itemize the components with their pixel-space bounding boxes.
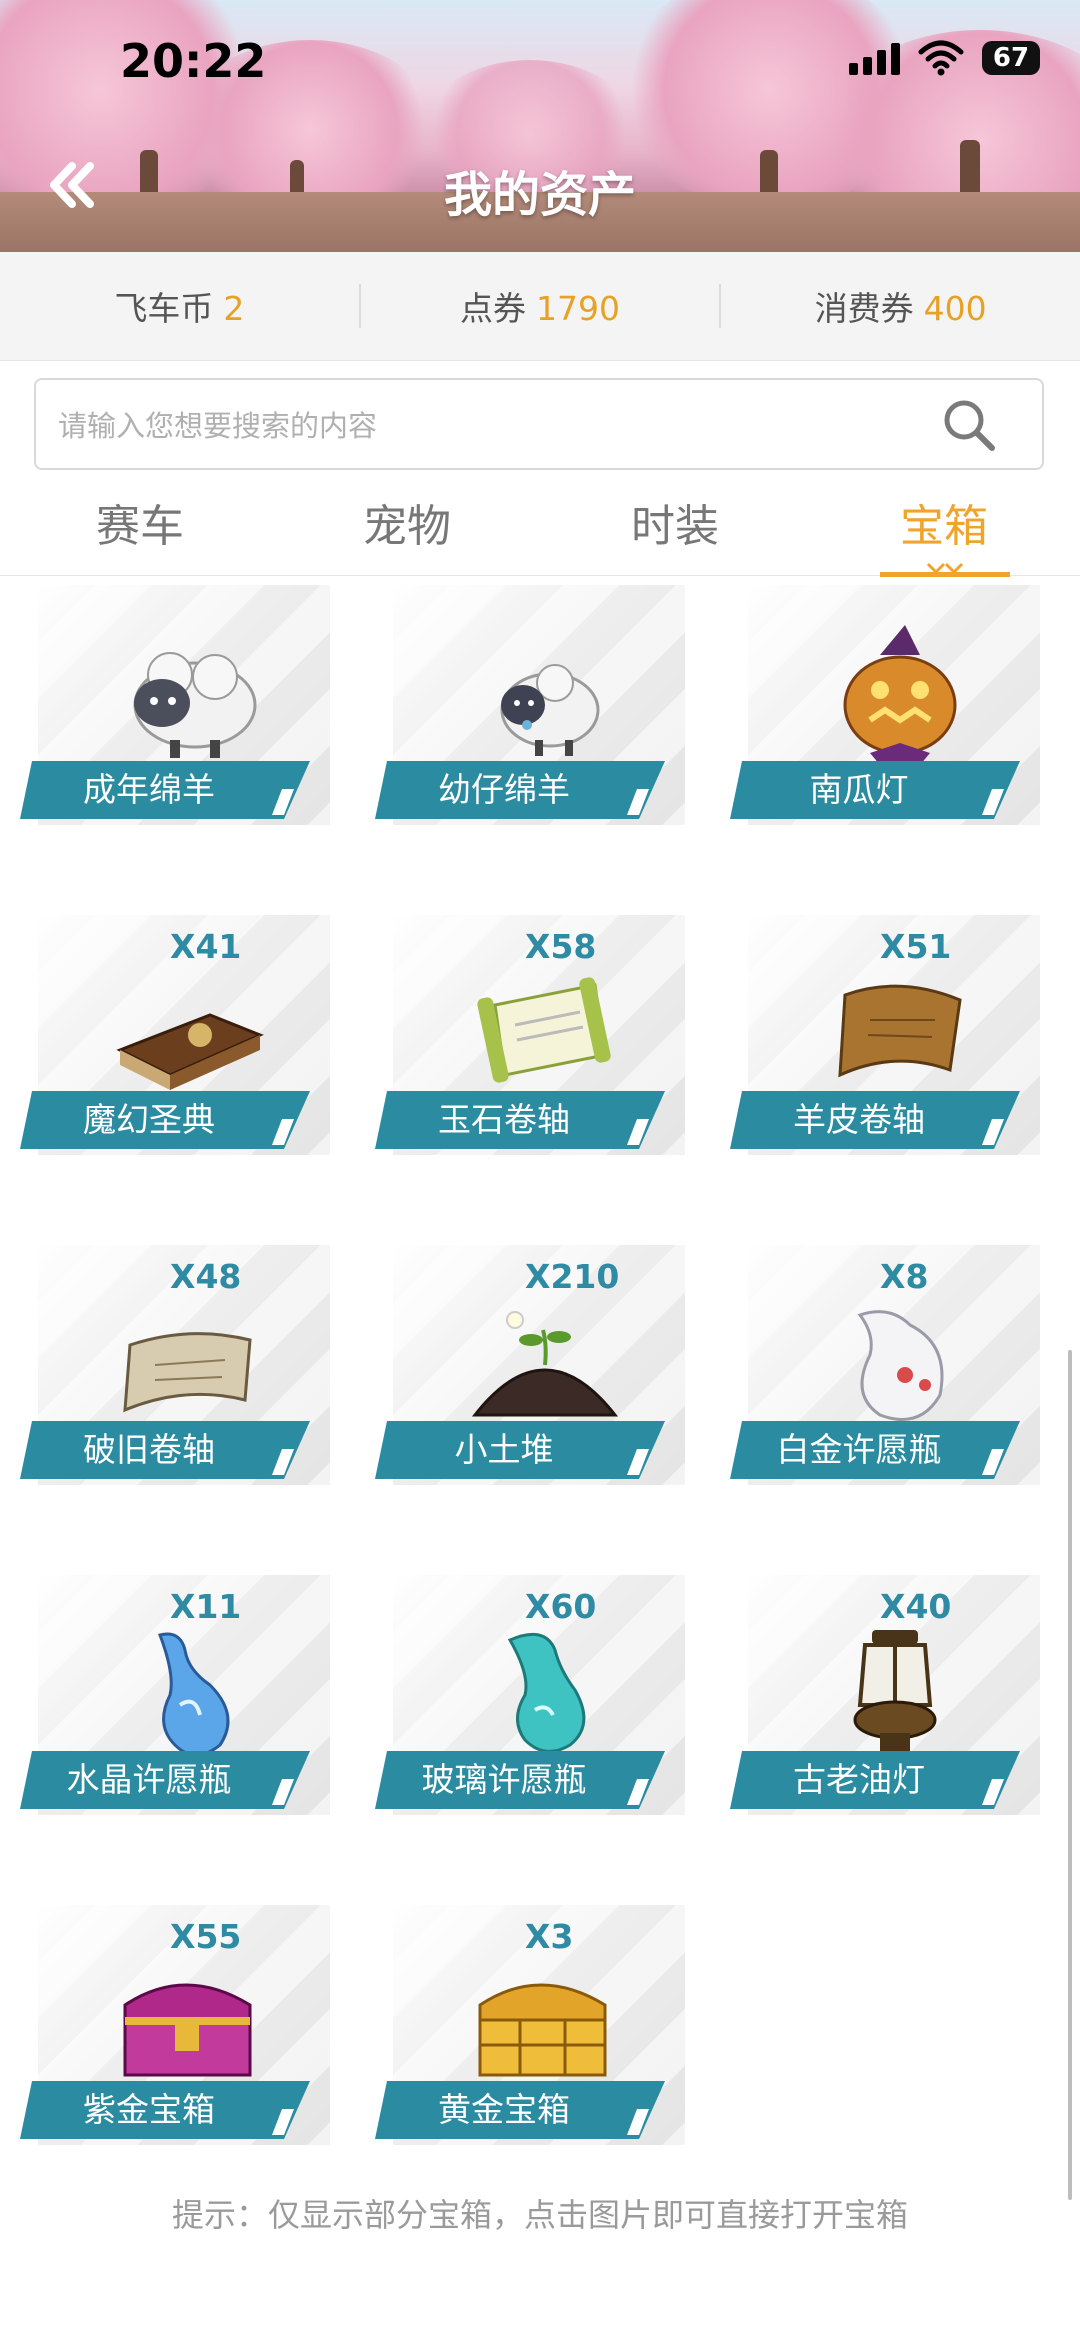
tab-cars[interactable]: 赛车 <box>40 490 240 554</box>
corner-mark-icon <box>264 1119 294 1145</box>
crystal-wish-bottle-icon <box>158 1632 230 1757</box>
old-scroll-icon <box>123 1332 252 1413</box>
item-card[interactable]: X55 紫金宝箱 <box>20 1905 338 2145</box>
balance-coins-value: 2 <box>223 289 245 328</box>
item-card[interactable]: X41 魔幻圣典 <box>20 915 338 1165</box>
item-card[interactable]: X11 水晶许愿瓶 <box>20 1575 338 1825</box>
corner-mark-icon <box>619 789 649 815</box>
platinum-wish-bottle-icon <box>857 1310 944 1421</box>
corner-mark-icon <box>619 1779 649 1805</box>
item-card[interactable]: 成年绵羊 <box>20 585 338 835</box>
item-card[interactable]: X8 白金许愿瓶 <box>730 1245 1048 1495</box>
corner-mark-icon <box>974 1449 1004 1475</box>
adult-sheep-icon <box>133 652 257 758</box>
item-card[interactable]: X51 羊皮卷轴 <box>730 915 1048 1165</box>
search-box[interactable] <box>34 378 1044 470</box>
tab-pets[interactable]: 宠物 <box>307 490 507 554</box>
pumpkin-lantern-icon <box>843 625 957 765</box>
tab-outfits[interactable]: 时装 <box>575 490 775 554</box>
corner-mark-icon <box>264 789 294 815</box>
search-icon[interactable] <box>938 394 1002 458</box>
page-title: 我的资产 <box>443 167 636 223</box>
wifi-icon <box>918 40 964 76</box>
scrollbar[interactable] <box>1068 1350 1072 2200</box>
tab-chests[interactable]: 宝箱 <box>844 490 1044 554</box>
balance-points-value: 1790 <box>536 289 620 328</box>
active-tab-indicator <box>880 562 1010 577</box>
item-card[interactable]: 南瓜灯 <box>730 585 1048 835</box>
balance-coins-label: 飞车币 <box>114 289 214 328</box>
glass-wish-bottle-icon <box>507 1632 586 1753</box>
corner-mark-icon <box>619 2109 649 2135</box>
battery-icon: 67 <box>982 41 1040 75</box>
parchment-scroll-icon <box>838 984 962 1078</box>
oil-lamp-icon <box>853 1630 937 1751</box>
corner-mark-icon <box>974 789 1004 815</box>
search-input[interactable] <box>56 398 920 454</box>
item-card[interactable]: X58 玉石卷轴 <box>375 915 693 1165</box>
item-card[interactable]: X40 古老油灯 <box>730 1575 1048 1825</box>
dirt-mound-icon <box>471 1311 619 1417</box>
item-grid: 成年绵羊 幼仔绵羊 南瓜灯 X41 魔幻圣典 X58 玉石卷轴 X51 羊皮卷轴… <box>0 585 1080 2145</box>
baby-sheep-icon <box>500 664 600 756</box>
balance-bar: 飞车币 2 点券 1790 消费券 400 <box>0 252 1080 361</box>
item-card[interactable]: X60 玻璃许愿瓶 <box>375 1575 693 1825</box>
corner-mark-icon <box>974 1119 1004 1145</box>
item-card[interactable]: X48 破旧卷轴 <box>20 1245 338 1495</box>
signal-icon <box>849 41 900 75</box>
hint-text: 提示：仅显示部分宝箱，点击图片即可直接打开宝箱 <box>171 2196 908 2234</box>
corner-mark-icon <box>264 1449 294 1475</box>
balance-vouchers-value: 400 <box>923 289 987 328</box>
balance-coins: 飞车币 2 <box>0 282 359 330</box>
corner-mark-icon <box>974 1779 1004 1805</box>
status-icons: 67 <box>849 40 1040 76</box>
balance-vouchers-label: 消费券 <box>814 289 914 328</box>
corner-mark-icon <box>264 2109 294 2135</box>
corner-mark-icon <box>619 1449 649 1475</box>
item-card[interactable]: X3 黄金宝箱 <box>375 1905 693 2145</box>
corner-mark-icon <box>619 1119 649 1145</box>
purple-gold-chest-icon <box>123 1983 252 2077</box>
balance-vouchers: 消费券 400 <box>721 282 1080 330</box>
golden-chest-icon <box>478 1983 607 2077</box>
item-card[interactable]: 幼仔绵羊 <box>375 585 693 835</box>
jade-scroll-icon <box>477 977 611 1083</box>
item-card[interactable]: X210 小土堆 <box>375 1245 693 1495</box>
corner-mark-icon <box>264 1779 294 1805</box>
balance-points-label: 点券 <box>460 289 527 328</box>
magic-book-icon <box>116 1013 264 1090</box>
status-time: 20:22 <box>120 34 267 88</box>
header-banner: 20:22 67 我的资产 <box>0 0 1080 252</box>
balance-points: 点券 1790 <box>361 282 720 330</box>
